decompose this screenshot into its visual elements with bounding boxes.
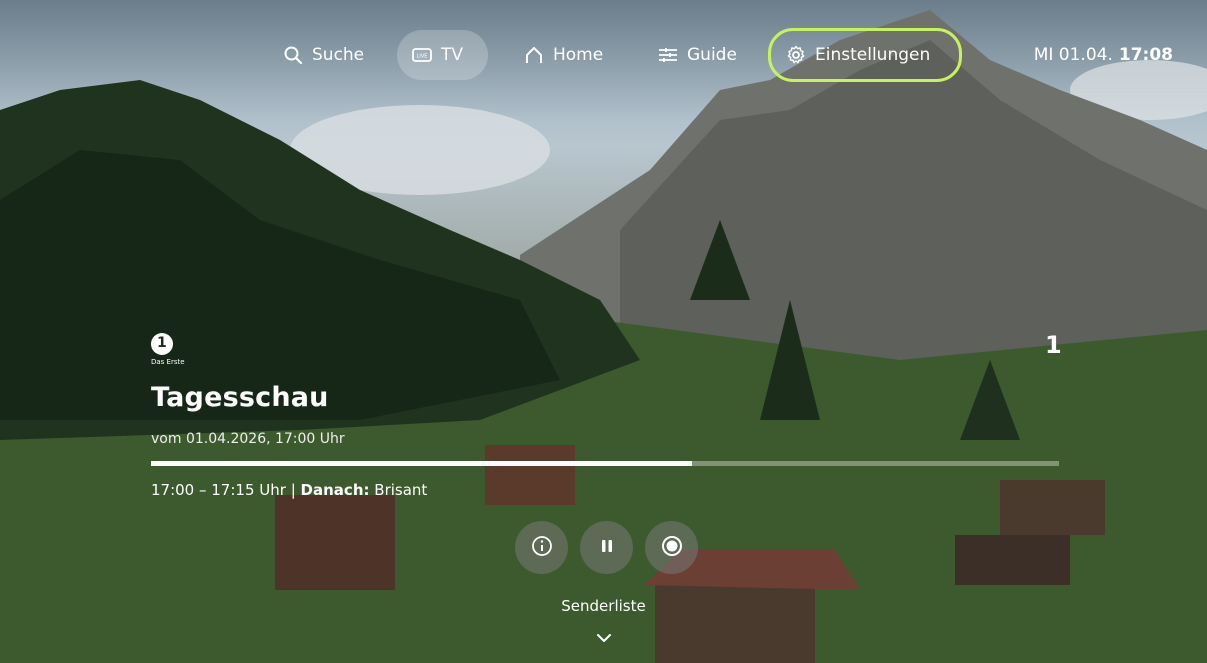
- clock-date: MI 01.04.: [1033, 45, 1113, 65]
- channel-list-link[interactable]: Senderliste: [0, 597, 1207, 615]
- nav-settings[interactable]: Einstellungen: [768, 28, 962, 82]
- nav-tv-label: TV: [441, 45, 464, 65]
- home-icon: [523, 44, 545, 66]
- playback-controls: [515, 521, 698, 574]
- nav-search[interactable]: Suche: [268, 30, 378, 80]
- progress-fill: [151, 461, 693, 466]
- info-icon: [531, 535, 553, 561]
- nav-tv[interactable]: LIVE TV: [397, 30, 488, 80]
- clock-time: 17:08: [1118, 45, 1173, 65]
- nav-settings-label: Einstellungen: [815, 45, 931, 65]
- top-navigation: Suche LIVE TV Home Guide Einstellungen M…: [0, 28, 1207, 82]
- channel-name: Das Erste: [151, 358, 185, 366]
- live-tv-icon: LIVE: [411, 44, 433, 66]
- info-button[interactable]: [515, 521, 568, 574]
- program-date: vom 01.04.2026, 17:00 Uhr: [151, 431, 345, 447]
- channel-number: 1: [1045, 331, 1062, 359]
- nav-home[interactable]: Home: [509, 30, 617, 80]
- schedule-line: 17:00 – 17:15 Uhr | Danach: Brisant: [151, 481, 427, 499]
- separator: |: [290, 481, 296, 499]
- nav-search-label: Suche: [312, 45, 365, 65]
- clock: MI 01.04. 17:08: [1034, 30, 1173, 80]
- next-label: Danach:: [300, 481, 370, 499]
- pause-icon: [599, 538, 615, 558]
- nav-guide[interactable]: Guide: [643, 30, 751, 80]
- progress-bar: [151, 461, 1059, 466]
- channel-logo: 1 Das Erste: [151, 333, 191, 366]
- gear-icon: [785, 44, 807, 66]
- record-button[interactable]: [645, 521, 698, 574]
- time-range: 17:00 – 17:15 Uhr: [151, 481, 286, 499]
- nav-guide-label: Guide: [687, 45, 737, 65]
- nav-home-label: Home: [553, 45, 604, 65]
- guide-icon: [657, 44, 679, 66]
- search-icon: [282, 44, 304, 66]
- chevron-down-icon[interactable]: [596, 628, 612, 647]
- program-title: Tagesschau: [151, 382, 329, 413]
- record-icon: [661, 535, 683, 561]
- svg-text:LIVE: LIVE: [417, 54, 428, 60]
- das-erste-logo-icon: 1: [151, 333, 173, 355]
- next-title: Brisant: [374, 481, 428, 499]
- channel-list-label: Senderliste: [561, 597, 646, 615]
- pause-button[interactable]: [580, 521, 633, 574]
